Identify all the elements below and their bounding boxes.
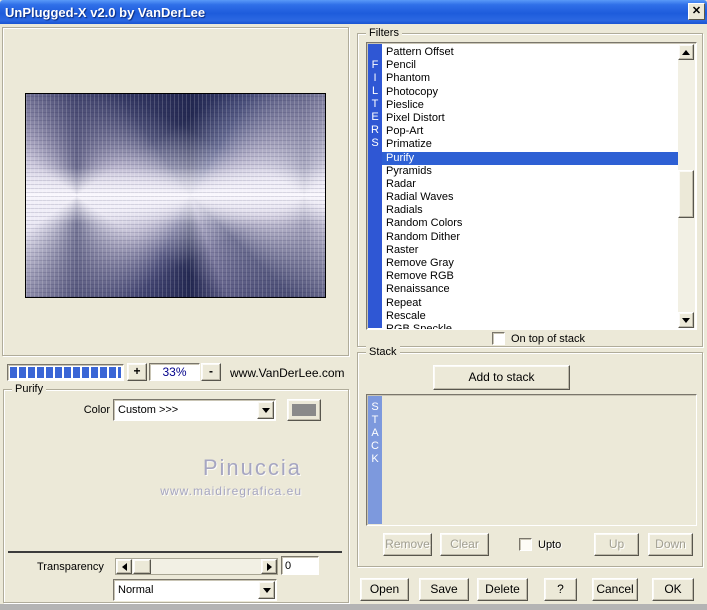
filters-listbox: FILTERS Pattern Offset Pencil Phantom Photo…: [366, 42, 697, 330]
filter-item[interactable]: Remove Gray: [382, 257, 678, 270]
divider: [8, 551, 342, 553]
help-button[interactable]: ?: [544, 578, 577, 601]
on-top-of-stack-checkbox[interactable]: [492, 332, 505, 345]
filter-item[interactable]: Pixel Distort: [382, 112, 678, 125]
up-button[interactable]: Up: [594, 533, 639, 556]
color-swatch: [292, 404, 316, 416]
filter-item[interactable]: RGB Speckle: [382, 323, 678, 329]
filters-group-label: Filters: [366, 27, 402, 39]
bottom-strip: [0, 604, 707, 610]
filter-item[interactable]: Radials: [382, 204, 678, 217]
upto-label: Upto: [538, 539, 562, 551]
filters-scrollbar[interactable]: [678, 44, 695, 328]
filter-item[interactable]: Pieslice: [382, 99, 678, 112]
stack-listbox: STACK: [366, 394, 697, 526]
filter-item[interactable]: Purify: [382, 151, 678, 165]
cancel-button[interactable]: Cancel: [592, 578, 638, 601]
scroll-up-icon[interactable]: [678, 44, 694, 60]
on-top-of-stack-label: On top of stack: [511, 333, 585, 345]
watermark-url: www.maidiregrafica.eu: [160, 484, 302, 498]
title-bar[interactable]: UnPlugged-X v2.0 by VanDerLee ✕: [0, 0, 707, 24]
add-to-stack-button[interactable]: Add to stack: [433, 365, 570, 390]
down-button[interactable]: Down: [648, 533, 693, 556]
scrollbar-thumb[interactable]: [678, 170, 694, 218]
slider-right-arrow-icon[interactable]: [261, 559, 277, 574]
filter-item[interactable]: Pop-Art: [382, 125, 678, 138]
stack-group-label: Stack: [366, 346, 400, 358]
open-button[interactable]: Open: [360, 578, 409, 601]
plugin-dialog: UnPlugged-X v2.0 by VanDerLee ✕ + 33% - …: [0, 0, 707, 610]
filter-item[interactable]: Primatize: [382, 138, 678, 151]
slider-left-arrow-icon[interactable]: [116, 559, 132, 574]
slider-thumb[interactable]: [133, 559, 151, 574]
progress-fill: [10, 367, 121, 378]
upto-checkbox[interactable]: [519, 538, 532, 551]
filter-item[interactable]: Radial Waves: [382, 191, 678, 204]
scroll-down-icon[interactable]: [678, 312, 694, 328]
delete-button[interactable]: Delete: [477, 578, 528, 601]
zoom-in-button[interactable]: +: [127, 363, 147, 381]
filters-list-items: Pattern Offset Pencil Phantom Photocopy Pies…: [382, 44, 678, 329]
chevron-down-icon[interactable]: [257, 401, 274, 419]
vanderlee-link[interactable]: www.VanDerLee.com: [230, 366, 345, 380]
chevron-down-icon[interactable]: [258, 581, 275, 599]
watermark-name: Pinuccia: [202, 455, 302, 480]
transparency-slider[interactable]: [115, 558, 278, 575]
transparency-input[interactable]: [281, 556, 319, 575]
remove-button[interactable]: Remove: [383, 533, 432, 556]
color-combobox[interactable]: Custom >>>: [113, 399, 276, 421]
purify-group-label: Purify: [12, 383, 47, 395]
preview-panel: [2, 27, 349, 356]
filter-item[interactable]: Random Colors: [382, 217, 678, 230]
transparency-label: Transparency: [37, 561, 104, 573]
filter-item[interactable]: Repeat: [382, 297, 678, 310]
blend-mode-value: Normal: [118, 584, 154, 596]
blend-mode-combobox[interactable]: Normal: [113, 579, 277, 601]
ok-button[interactable]: OK: [652, 578, 694, 601]
preview-image[interactable]: [25, 93, 326, 298]
color-label: Color: [83, 404, 110, 416]
color-swatch-button[interactable]: [287, 399, 321, 421]
watermark: Pinuccia www.maidiregrafica.eu: [40, 455, 302, 498]
color-combobox-value: Custom >>>: [118, 404, 179, 416]
filters-side-label: FILTERS: [368, 44, 382, 328]
window-title: UnPlugged-X v2.0 by VanDerLee: [5, 4, 206, 20]
filter-item[interactable]: Rescale: [382, 310, 678, 323]
close-icon[interactable]: ✕: [688, 3, 705, 20]
filter-item[interactable]: Radar: [382, 178, 678, 191]
stack-side-label: STACK: [368, 396, 382, 524]
filter-item[interactable]: Pattern Offset: [382, 46, 678, 59]
filter-item[interactable]: Renaissance: [382, 283, 678, 296]
clear-button[interactable]: Clear: [440, 533, 489, 556]
filter-item[interactable]: Phantom: [382, 72, 678, 85]
filter-item[interactable]: Random Dither: [382, 231, 678, 244]
zoom-out-button[interactable]: -: [201, 363, 221, 381]
filter-item[interactable]: Raster: [382, 244, 678, 257]
filter-item[interactable]: Photocopy: [382, 86, 678, 99]
filter-item[interactable]: Pyramids: [382, 165, 678, 178]
progress-bar: [7, 364, 124, 381]
filter-item[interactable]: Pencil: [382, 59, 678, 72]
filter-item[interactable]: Remove RGB: [382, 270, 678, 283]
save-button[interactable]: Save: [419, 578, 469, 601]
zoom-level-display: 33%: [149, 363, 200, 381]
